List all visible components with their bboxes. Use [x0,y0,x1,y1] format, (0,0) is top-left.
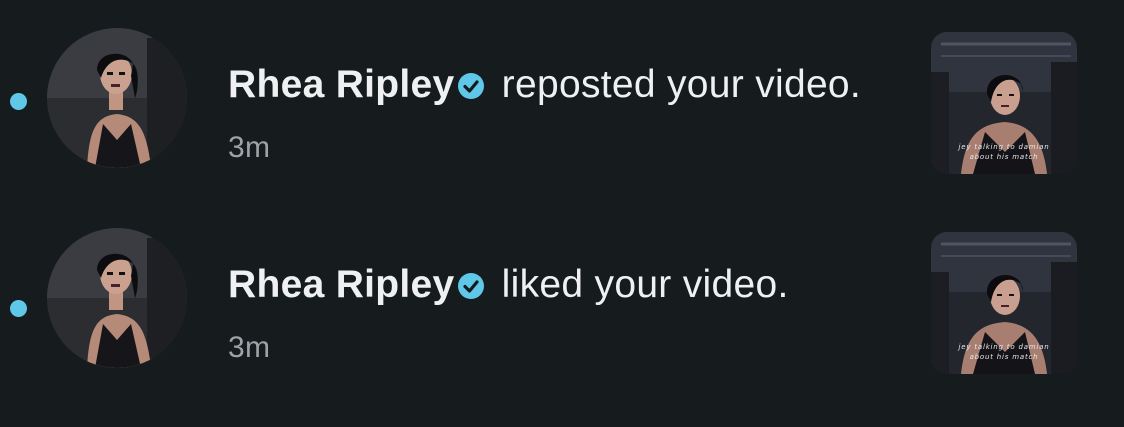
notification-text: Rhea Ripley liked your video. 3m [228,255,868,378]
thumbnail-caption: about his match [969,353,1039,361]
notification-item[interactable]: Rhea Ripley liked your video. 3m jey tal… [0,215,1124,395]
user-avatar[interactable] [47,228,187,368]
notification-item[interactable]: Rhea Ripley reposted your video. 3m jey … [0,15,1124,195]
video-thumbnail[interactable]: jey talking to damian about his match [931,232,1077,374]
action-text: reposted your video. [490,63,862,106]
verified-badge-icon [457,58,485,99]
timestamp: 3m [228,331,271,364]
user-avatar[interactable] [47,28,187,168]
video-thumbnail[interactable]: jey talking to damian about his match [931,32,1077,174]
thumbnail-caption: about his match [969,153,1039,161]
unread-dot-icon [10,93,27,110]
notification-list: Rhea Ripley reposted your video. 3m jey … [0,0,1124,427]
notification-text: Rhea Ripley reposted your video. 3m [228,55,868,178]
user-name[interactable]: Rhea Ripley [228,263,455,306]
action-text: liked your video. [490,263,789,306]
timestamp: 3m [228,131,271,164]
thumbnail-caption: jey talking to damian [958,143,1050,151]
verified-badge-icon [457,258,485,299]
user-name[interactable]: Rhea Ripley [228,63,455,106]
unread-dot-icon [10,300,27,317]
thumbnail-caption: jey talking to damian [958,343,1050,351]
